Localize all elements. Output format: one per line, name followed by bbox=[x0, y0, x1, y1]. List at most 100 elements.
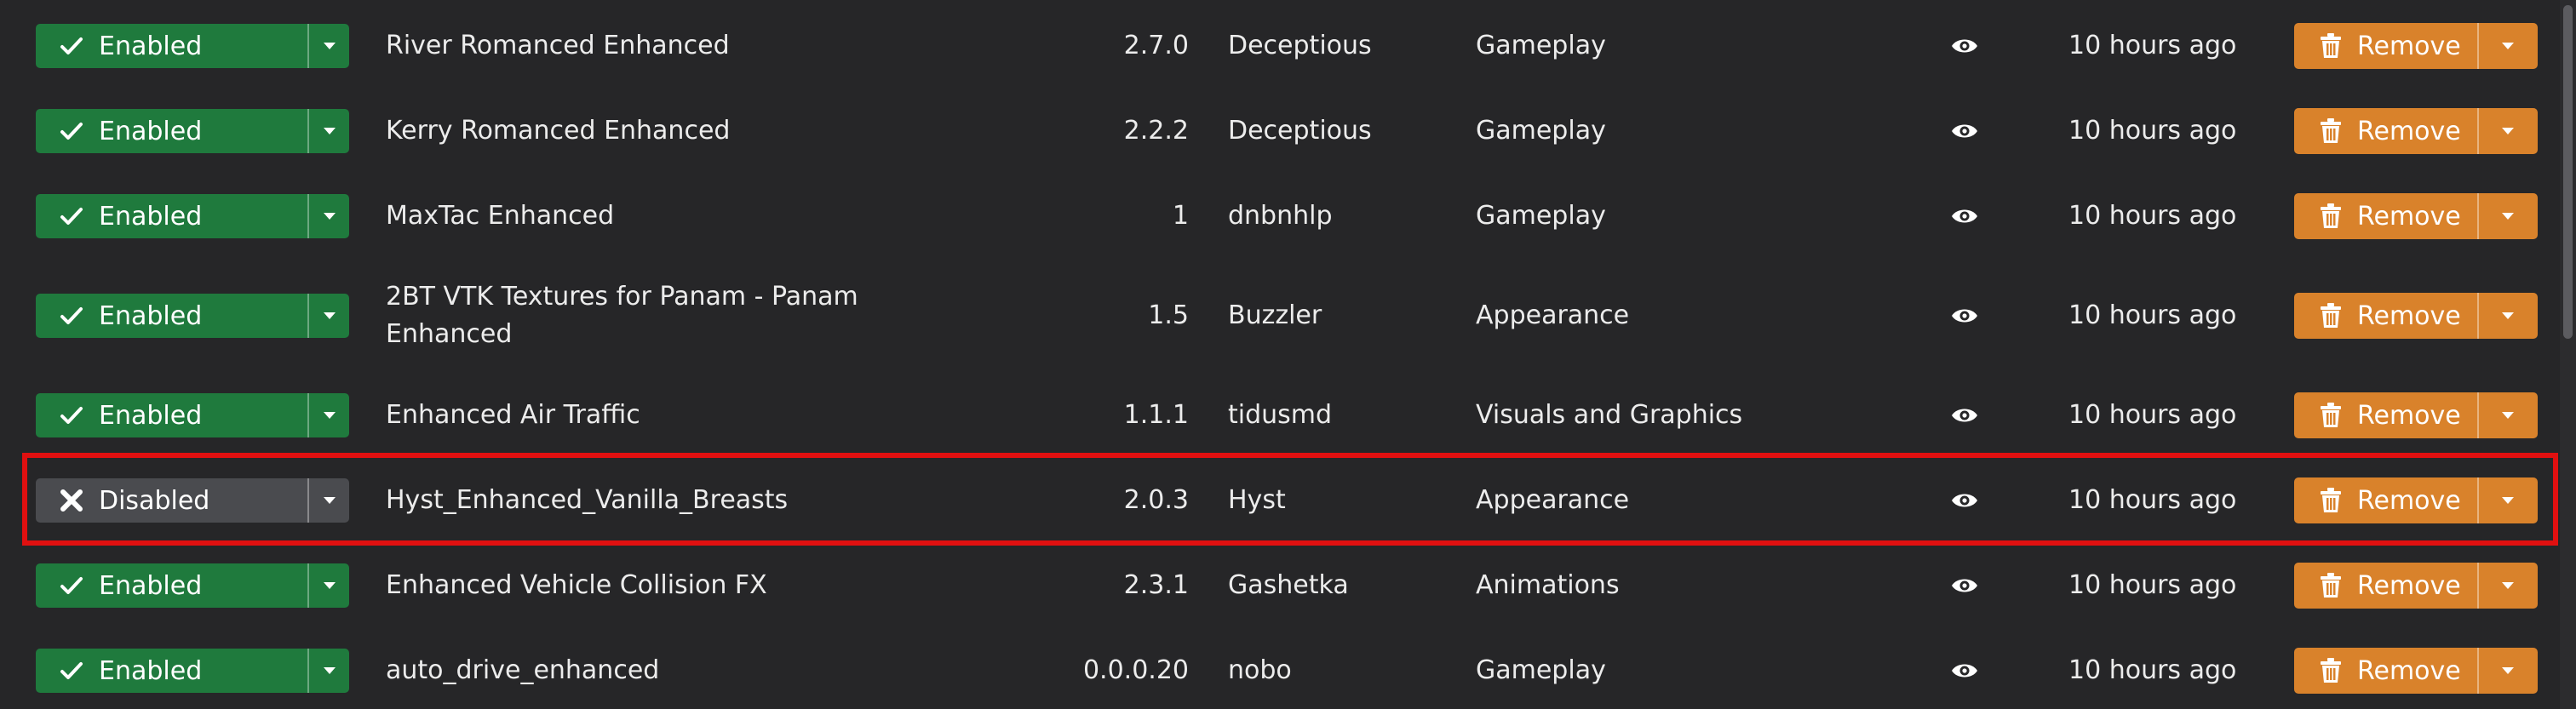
eye-icon[interactable] bbox=[1950, 121, 1979, 141]
mod-name: Enhanced Air Traffic bbox=[386, 400, 640, 430]
remove-button[interactable]: Remove bbox=[2294, 563, 2538, 609]
mod-list: Enabled River Romanced Enhanced 2.7.0 De… bbox=[0, 0, 2576, 709]
status-dropdown-toggle[interactable] bbox=[307, 194, 349, 238]
status-toggle-button[interactable]: Enabled bbox=[36, 294, 349, 338]
status-label: Enabled bbox=[99, 655, 203, 686]
status-toggle-button[interactable]: Enabled bbox=[36, 109, 349, 153]
remove-label: Remove bbox=[2357, 31, 2461, 61]
remove-dropdown-toggle[interactable] bbox=[2476, 648, 2538, 694]
chevron-down-icon bbox=[2502, 582, 2515, 589]
mod-version: 1.5 bbox=[1148, 300, 1189, 330]
status-toggle-main[interactable]: Enabled bbox=[36, 563, 307, 608]
status-toggle-main[interactable]: Enabled bbox=[36, 24, 307, 68]
eye-icon[interactable] bbox=[1950, 660, 1979, 681]
remove-button[interactable]: Remove bbox=[2294, 477, 2538, 523]
mod-category: Gameplay bbox=[1476, 201, 1606, 231]
mod-author: dnbnhlp bbox=[1228, 201, 1333, 231]
mod-category: Appearance bbox=[1476, 485, 1630, 515]
remove-main[interactable]: Remove bbox=[2294, 23, 2477, 69]
remove-main[interactable]: Remove bbox=[2294, 193, 2477, 239]
status-toggle-main[interactable]: Enabled bbox=[36, 649, 307, 693]
mod-updated: 10 hours ago bbox=[2068, 485, 2237, 515]
remove-main[interactable]: Remove bbox=[2294, 392, 2477, 438]
scrollbar-thumb[interactable] bbox=[2563, 5, 2573, 339]
remove-dropdown-toggle[interactable] bbox=[2476, 293, 2538, 339]
remove-button[interactable]: Remove bbox=[2294, 193, 2538, 239]
remove-button[interactable]: Remove bbox=[2294, 648, 2538, 694]
remove-button[interactable]: Remove bbox=[2294, 392, 2538, 438]
check-icon bbox=[60, 577, 83, 594]
status-toggle-main[interactable]: Disabled bbox=[36, 478, 307, 523]
eye-icon[interactable] bbox=[1950, 36, 1979, 56]
status-toggle-main[interactable]: Enabled bbox=[36, 109, 307, 153]
check-icon bbox=[60, 123, 83, 140]
remove-button[interactable]: Remove bbox=[2294, 23, 2538, 69]
status-toggle-button[interactable]: Enabled bbox=[36, 393, 349, 437]
status-dropdown-toggle[interactable] bbox=[307, 649, 349, 693]
chevron-down-icon bbox=[323, 412, 336, 419]
status-toggle-button[interactable]: Enabled bbox=[36, 194, 349, 238]
chevron-down-icon bbox=[323, 582, 336, 589]
status-dropdown-toggle[interactable] bbox=[307, 563, 349, 608]
eye-icon[interactable] bbox=[1950, 405, 1979, 426]
status-dropdown-toggle[interactable] bbox=[307, 24, 349, 68]
x-icon bbox=[60, 489, 83, 512]
mod-name: auto_drive_enhanced bbox=[386, 655, 660, 685]
chevron-down-icon bbox=[2502, 312, 2515, 319]
status-toggle-main[interactable]: Enabled bbox=[36, 294, 307, 338]
remove-label: Remove bbox=[2357, 300, 2461, 331]
status-toggle-main[interactable]: Enabled bbox=[36, 194, 307, 238]
mod-category: Gameplay bbox=[1476, 31, 1606, 60]
status-label: Enabled bbox=[99, 300, 203, 331]
eye-icon[interactable] bbox=[1950, 490, 1979, 511]
status-dropdown-toggle[interactable] bbox=[307, 478, 349, 523]
mod-version: 2.2.2 bbox=[1123, 116, 1189, 146]
remove-dropdown-toggle[interactable] bbox=[2476, 392, 2538, 438]
remove-dropdown-toggle[interactable] bbox=[2476, 193, 2538, 239]
remove-dropdown-toggle[interactable] bbox=[2476, 23, 2538, 69]
chevron-down-icon bbox=[2502, 43, 2515, 49]
remove-main[interactable]: Remove bbox=[2294, 108, 2477, 154]
eye-icon[interactable] bbox=[1950, 575, 1979, 596]
eye-icon[interactable] bbox=[1950, 206, 1979, 226]
mod-updated: 10 hours ago bbox=[2068, 31, 2237, 60]
trash-icon bbox=[2321, 303, 2341, 328]
remove-dropdown-toggle[interactable] bbox=[2476, 108, 2538, 154]
status-toggle-button[interactable]: Disabled bbox=[36, 478, 349, 523]
mod-name: River Romanced Enhanced bbox=[386, 31, 730, 60]
scrollbar[interactable] bbox=[2560, 0, 2576, 709]
status-dropdown-toggle[interactable] bbox=[307, 294, 349, 338]
status-toggle-button[interactable]: Enabled bbox=[36, 649, 349, 693]
remove-dropdown-toggle[interactable] bbox=[2476, 477, 2538, 523]
chevron-down-icon bbox=[2502, 667, 2515, 674]
status-dropdown-toggle[interactable] bbox=[307, 393, 349, 437]
trash-icon bbox=[2321, 203, 2341, 228]
check-icon bbox=[60, 662, 83, 679]
mod-updated: 10 hours ago bbox=[2068, 570, 2237, 600]
status-toggle-main[interactable]: Enabled bbox=[36, 393, 307, 437]
table-row: Enabled Enhanced Vehicle Collision FX 2.… bbox=[0, 543, 2555, 628]
mod-author: Deceptious bbox=[1228, 31, 1372, 60]
remove-button[interactable]: Remove bbox=[2294, 293, 2538, 339]
remove-button[interactable]: Remove bbox=[2294, 108, 2538, 154]
trash-icon bbox=[2321, 403, 2341, 427]
remove-main[interactable]: Remove bbox=[2294, 648, 2477, 694]
status-toggle-button[interactable]: Enabled bbox=[36, 24, 349, 68]
check-icon bbox=[60, 208, 83, 225]
remove-main[interactable]: Remove bbox=[2294, 293, 2477, 339]
mod-category: Visuals and Graphics bbox=[1476, 400, 1743, 430]
mod-updated: 10 hours ago bbox=[2068, 300, 2237, 330]
chevron-down-icon bbox=[323, 43, 336, 49]
remove-main[interactable]: Remove bbox=[2294, 563, 2477, 609]
eye-icon[interactable] bbox=[1950, 306, 1979, 326]
status-dropdown-toggle[interactable] bbox=[307, 109, 349, 153]
mod-name: Enhanced Vehicle Collision FX bbox=[386, 570, 767, 600]
chevron-down-icon bbox=[2502, 213, 2515, 220]
table-row: Disabled Hyst_Enhanced_Vanilla_Breasts 2… bbox=[0, 458, 2555, 543]
mod-name: 2BT VTK Textures for Panam - Panam Enhan… bbox=[386, 282, 858, 349]
status-toggle-button[interactable]: Enabled bbox=[36, 563, 349, 608]
table-row: Enabled 2BT VTK Textures for Panam - Pan… bbox=[0, 259, 2555, 373]
remove-dropdown-toggle[interactable] bbox=[2476, 563, 2538, 609]
remove-main[interactable]: Remove bbox=[2294, 477, 2477, 523]
mod-updated: 10 hours ago bbox=[2068, 655, 2237, 685]
